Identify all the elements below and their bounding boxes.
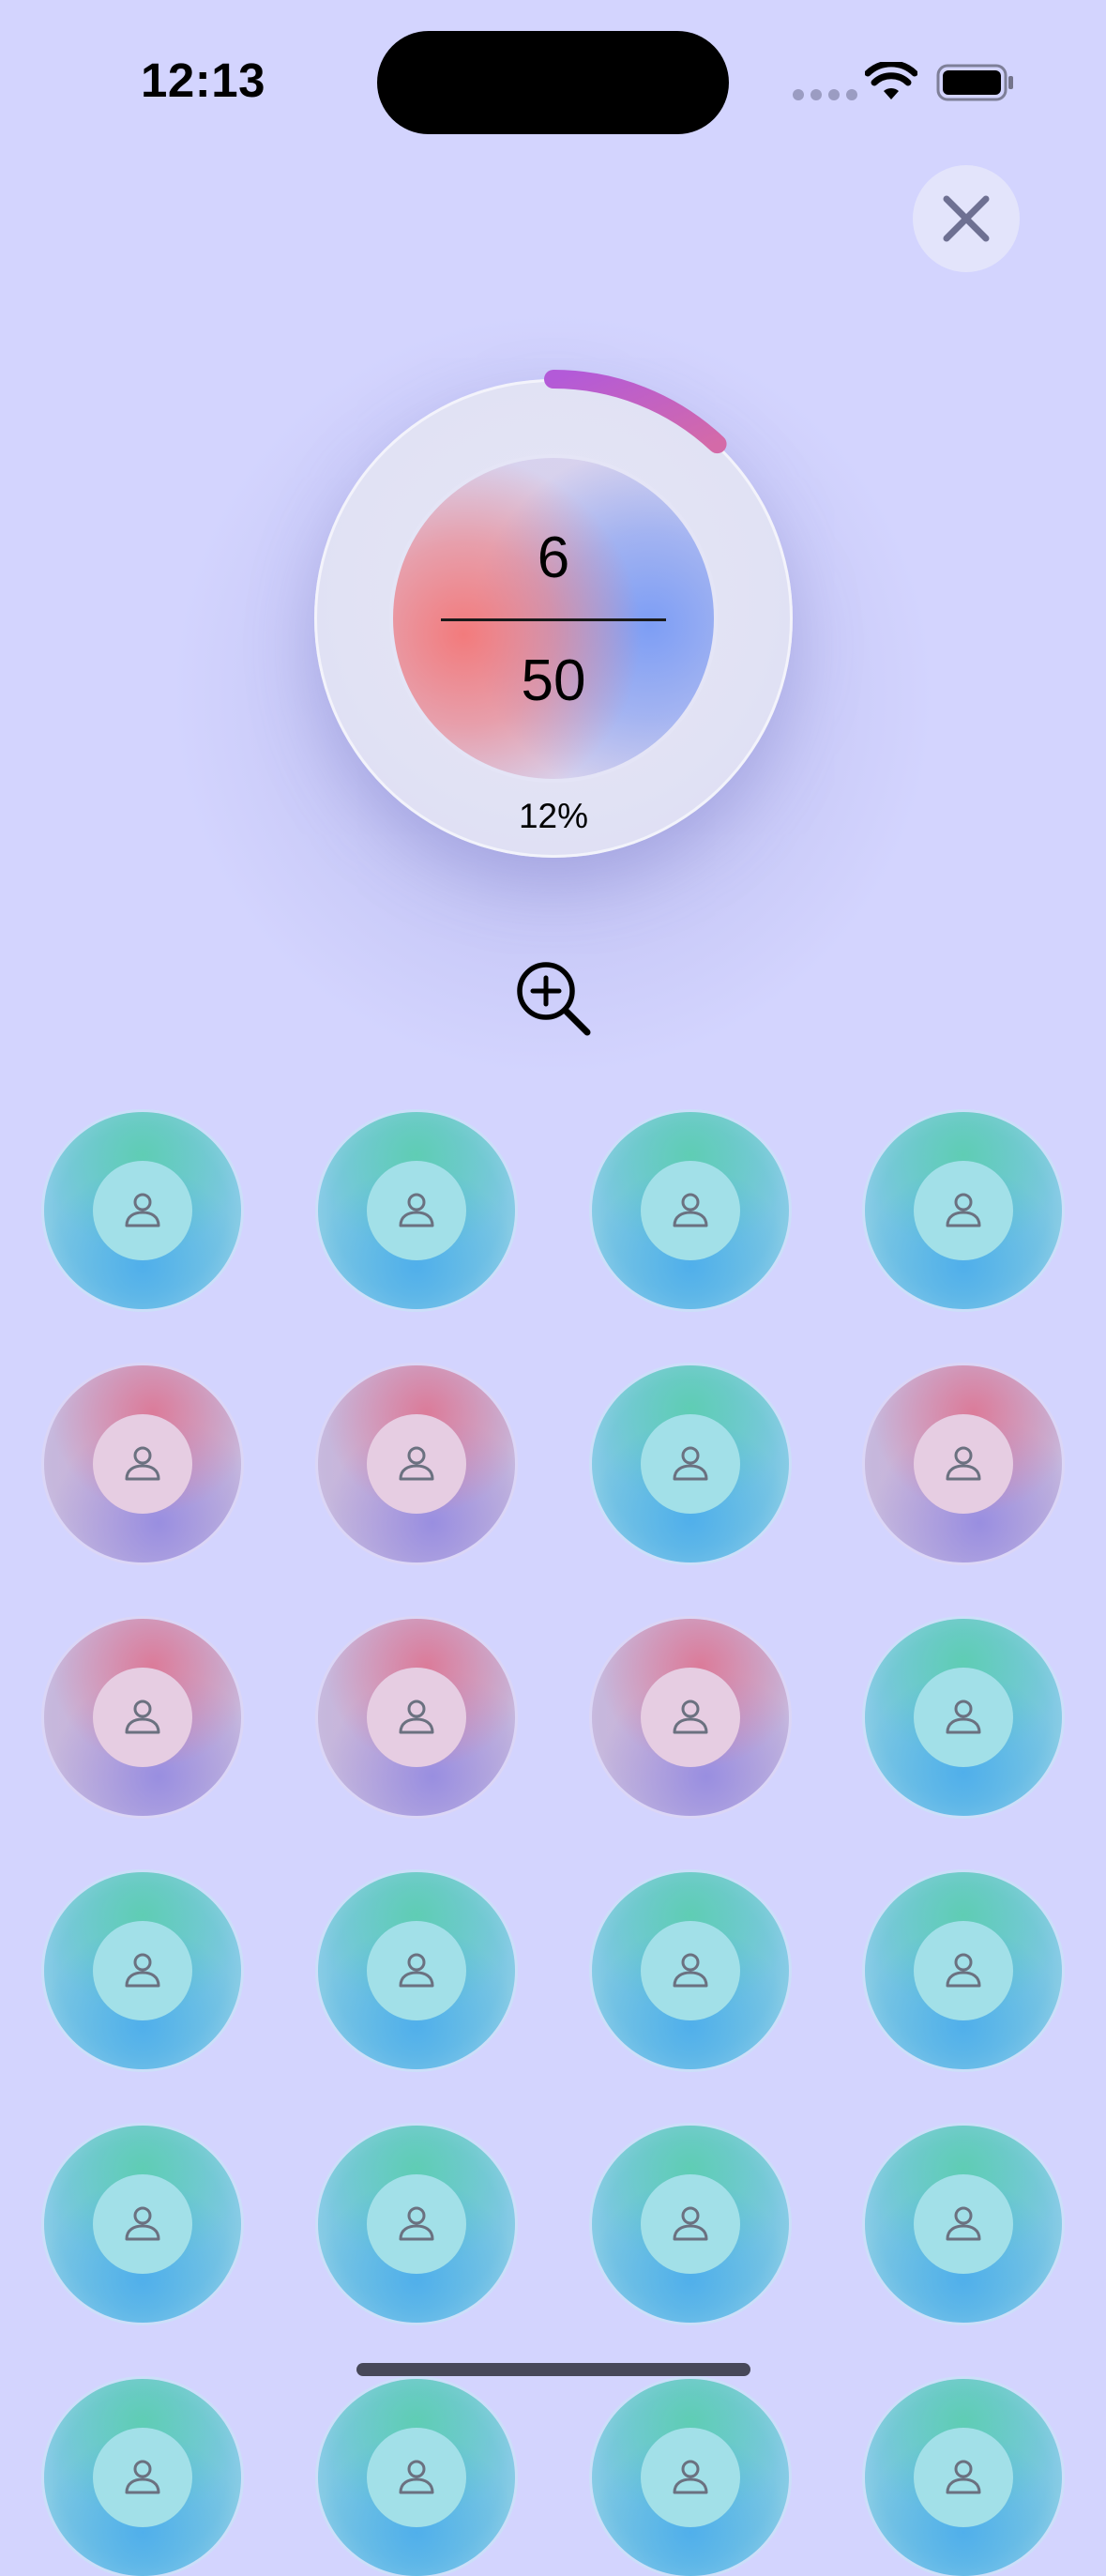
avatar-core	[93, 2428, 192, 2527]
avatar-core	[641, 1161, 740, 1260]
participant-avatar[interactable]	[318, 2126, 515, 2323]
participant-avatar[interactable]	[865, 2126, 1062, 2323]
avatar-core	[367, 1921, 466, 2020]
close-icon	[943, 195, 990, 242]
participant-avatar[interactable]	[592, 2379, 789, 2576]
person-icon	[399, 2206, 434, 2241]
avatar-core	[914, 2174, 1013, 2274]
participant-avatar[interactable]	[44, 1619, 241, 1816]
avatar-core	[93, 2174, 192, 2274]
avatar-core	[641, 2174, 740, 2274]
person-icon	[399, 2460, 434, 2494]
person-icon	[673, 2460, 708, 2494]
person-icon	[125, 1446, 160, 1481]
avatar-core	[914, 1921, 1013, 2020]
person-icon	[125, 1953, 160, 1988]
progress-percent: 12%	[518, 797, 589, 835]
participant-avatar[interactable]	[318, 1365, 515, 1562]
person-icon	[673, 1700, 708, 1734]
person-icon	[946, 2460, 981, 2494]
person-icon	[399, 1446, 434, 1481]
participant-avatar[interactable]	[44, 1365, 241, 1562]
person-icon	[673, 1193, 708, 1227]
participant-avatar[interactable]	[318, 1872, 515, 2069]
participant-avatar[interactable]	[592, 1619, 789, 1816]
zoom-in-button[interactable]	[514, 959, 593, 1038]
participant-avatar[interactable]	[318, 2379, 515, 2576]
participant-avatar[interactable]	[592, 1112, 789, 1309]
avatar-core	[914, 1161, 1013, 1260]
dynamic-island	[377, 31, 729, 134]
participant-avatar[interactable]	[44, 1112, 241, 1309]
participant-avatar[interactable]	[44, 1872, 241, 2069]
avatar-core	[641, 2428, 740, 2527]
avatar-core	[93, 1668, 192, 1767]
wifi-icon	[865, 62, 917, 99]
participant-avatar[interactable]	[592, 1872, 789, 2069]
avatar-core	[641, 1668, 740, 1767]
cellular-signal-icon	[793, 89, 857, 100]
avatar-core	[367, 1414, 466, 1514]
zoom-in-icon	[517, 962, 591, 1036]
battery-icon	[936, 64, 1013, 101]
person-icon	[399, 1700, 434, 1734]
avatar-core	[93, 1161, 192, 1260]
progress-total: 50	[521, 648, 586, 713]
person-icon	[946, 2206, 981, 2241]
participant-avatar[interactable]	[592, 2126, 789, 2323]
participant-avatar[interactable]	[318, 1112, 515, 1309]
avatar-core	[367, 2174, 466, 2274]
fraction-divider	[441, 618, 666, 621]
participant-avatar[interactable]	[865, 1872, 1062, 2069]
participant-avatar[interactable]	[318, 1619, 515, 1816]
avatar-core	[367, 2428, 466, 2527]
participant-avatar[interactable]	[865, 1619, 1062, 1816]
person-icon	[125, 2206, 160, 2241]
participant-avatar[interactable]	[592, 1365, 789, 1562]
avatar-core	[93, 1414, 192, 1514]
avatar-core	[914, 2428, 1013, 2527]
person-icon	[946, 1953, 981, 1988]
status-time: 12:13	[141, 53, 265, 107]
home-indicator	[356, 2363, 750, 2376]
person-icon	[946, 1700, 981, 1734]
close-button[interactable]	[913, 165, 1020, 272]
participant-avatar[interactable]	[865, 2379, 1062, 2576]
avatar-core	[641, 1921, 740, 2020]
avatar-core	[367, 1668, 466, 1767]
avatar-core	[914, 1414, 1013, 1514]
avatar-core	[367, 1161, 466, 1260]
progress-current: 6	[537, 526, 570, 590]
person-icon	[673, 1446, 708, 1481]
status-bar: 12:13	[0, 0, 1106, 150]
avatar-core	[914, 1668, 1013, 1767]
person-icon	[673, 2206, 708, 2241]
participant-avatar[interactable]	[44, 2126, 241, 2323]
person-icon	[946, 1446, 981, 1481]
avatar-core	[641, 1414, 740, 1514]
person-icon	[946, 1193, 981, 1227]
person-icon	[125, 1700, 160, 1734]
avatar-core	[93, 1921, 192, 2020]
person-icon	[673, 1953, 708, 1988]
person-icon	[399, 1193, 434, 1227]
person-icon	[125, 2460, 160, 2494]
participant-avatar[interactable]	[44, 2379, 241, 2576]
participant-avatar[interactable]	[865, 1365, 1062, 1562]
participant-avatar[interactable]	[865, 1112, 1062, 1309]
person-icon	[125, 1193, 160, 1227]
person-icon	[399, 1953, 434, 1988]
